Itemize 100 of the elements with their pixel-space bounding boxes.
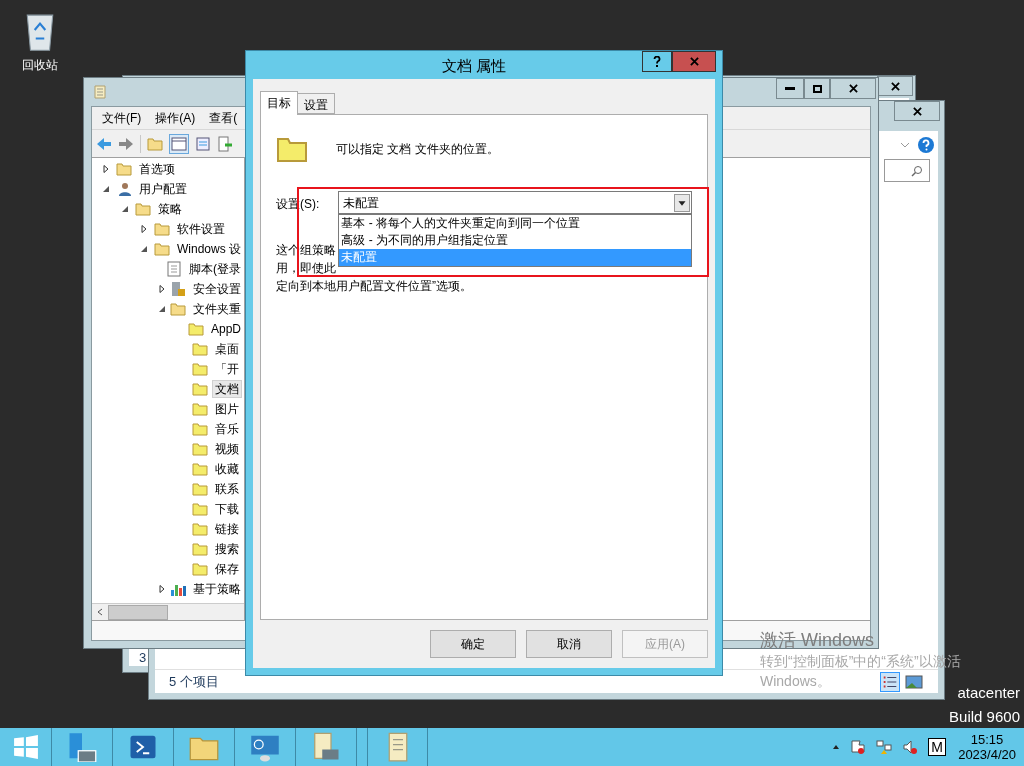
tree-item[interactable]: 图片 [212,400,242,418]
help-button[interactable] [642,51,672,72]
input-method-indicator[interactable]: M [928,738,947,756]
folder-icon [154,241,170,257]
tree-item[interactable]: 基于策略 [190,580,244,598]
edition-text: atacenter [957,684,1020,702]
network-icon[interactable] [876,739,893,755]
tree-item[interactable]: 搜索 [212,540,242,558]
menu-item[interactable]: 操作(A) [155,109,196,127]
scrollbar-thumb[interactable] [108,604,168,620]
document-icon [166,261,182,277]
dropdown-option[interactable]: 基本 - 将每个人的文件夹重定向到同一个位置 [339,215,691,232]
tree-item[interactable]: 收藏 [212,460,242,478]
clock[interactable]: 15:15 2023/4/20 [956,732,1018,762]
export-icon[interactable] [217,135,233,152]
tree-item[interactable]: 「开 [212,360,242,378]
folder-icon [192,421,208,437]
tree-item[interactable]: 音乐 [212,420,242,438]
details-view-icon[interactable] [880,671,900,692]
folder-icon [192,441,208,457]
close-icon [689,57,699,66]
setting-dropdown[interactable]: 未配置 [338,191,692,214]
folder-icon [192,361,208,377]
tree-item[interactable]: 视频 [212,440,242,458]
tree-item[interactable]: 保存 [212,560,242,578]
tab[interactable]: 目标 [260,91,298,115]
scroll-icon [92,84,108,100]
folder-icon [187,321,204,337]
server-toolbox-icon [67,732,97,762]
folder-icon [192,521,208,537]
close-icon [890,81,900,91]
folder-icon [192,541,208,557]
tree-item[interactable]: 首选项 [136,160,178,178]
pane-toggle-icon[interactable] [169,133,189,154]
folder-icon [192,561,208,577]
description-text: 用，即使此 [276,260,336,277]
help-icon[interactable] [918,137,934,153]
activation-text: Windows。 [760,672,831,691]
close-button[interactable] [877,76,913,96]
chevron-down-icon[interactable] [900,142,910,148]
close-icon [848,84,858,93]
caret-up-icon[interactable] [832,743,841,751]
close-button[interactable] [894,101,940,121]
tree-item[interactable]: AppD [207,320,244,338]
forward-arrow-icon[interactable] [118,135,134,152]
tree-item[interactable]: 桌面 [212,340,242,358]
dialog-title: 文档 属性 [440,56,508,76]
expand-arrow-icon[interactable] [102,165,110,173]
search-icon [911,164,923,177]
taskbar-button[interactable] [367,728,428,766]
folder-icon [192,401,208,417]
back-arrow-icon[interactable] [96,135,112,152]
dialog-button[interactable]: 取消 [526,630,612,658]
folder-icon [192,341,208,357]
status-text: 3 [139,650,147,665]
windows-logo-icon [12,734,39,760]
minimize-icon [785,87,795,90]
dropdown-option[interactable]: 高级 - 为不同的用户组指定位置 [339,232,691,249]
speaker-icon[interactable] [902,739,919,755]
tree-item[interactable]: 策略 [155,200,185,218]
tree-item[interactable]: 链接 [212,520,242,538]
maximize-button[interactable] [804,78,830,99]
tree-item[interactable]: 下载 [212,500,242,518]
horizontal-scrollbar[interactable] [92,603,244,620]
tree-item[interactable]: 文件夹重 [190,300,244,318]
folder-icon [116,161,132,177]
folder-icon [192,501,208,517]
edition-text: Build 9600 [949,708,1020,726]
menu-item[interactable]: 查看( [209,109,238,127]
description-text: 定向到本地用户配置文件位置”选项。 [276,278,472,295]
status-text: 5 个项目 [169,672,219,691]
tree-item[interactable]: 软件设置 [174,220,228,238]
dialog-button[interactable]: 确定 [430,630,516,658]
activation-text: 转到“控制面板”中的“系统”以激活 [760,652,961,671]
desktop-icon-label[interactable]: 回收站 [22,56,58,74]
scroll-toolbox-icon [311,732,341,762]
tree-item[interactable]: 用户配置 [136,180,190,198]
expand-arrow-icon[interactable] [140,225,148,233]
tree-item[interactable]: 联系 [212,480,242,498]
tree-item[interactable]: 安全设置 [190,280,244,298]
collapse-arrow-icon[interactable] [157,305,166,313]
search-field[interactable] [884,159,930,182]
collapse-arrow-icon[interactable] [102,185,110,193]
minimize-button[interactable] [776,78,804,99]
folder-icon [192,481,208,497]
tree-item[interactable]: Windows 设 [174,240,244,258]
tree-item[interactable]: 脚本(登录 [186,260,244,278]
close-icon [912,106,922,116]
user-icon [116,181,132,197]
collapse-arrow-icon[interactable] [140,245,148,253]
expand-arrow-icon[interactable] [157,285,166,293]
tab[interactable]: 设置 [298,93,335,114]
tree-item[interactable]: 文档 [212,380,242,398]
folder-icon [192,461,208,477]
help-icon [653,56,661,67]
collapse-arrow-icon[interactable] [121,205,129,213]
menu-item[interactable]: 文件(F) [102,109,142,127]
close-button[interactable] [830,78,876,99]
expand-arrow-icon[interactable] [157,585,166,593]
intro-text: 可以指定 文档 文件夹的位置。 [336,141,499,158]
